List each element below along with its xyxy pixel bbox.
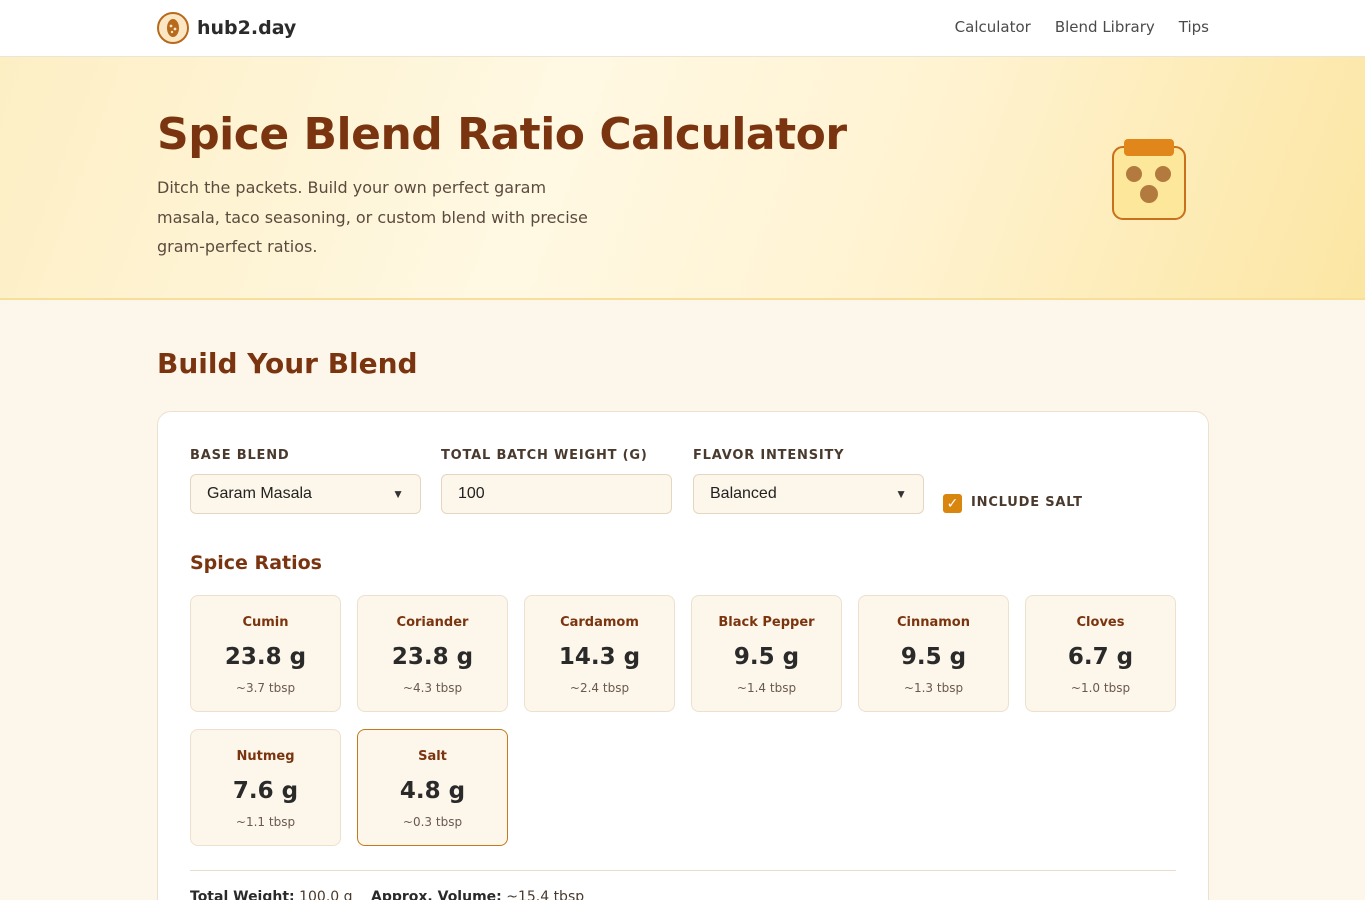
include-salt-checkbox[interactable]: ✓	[943, 494, 962, 513]
spice-grams: 9.5 g	[733, 644, 800, 670]
spice-name: Black Pepper	[718, 615, 815, 630]
spice-card-black-pepper: Black Pepper 9.5 g ~1.4 tbsp	[691, 595, 842, 712]
base-blend-label: BASE BLEND	[190, 448, 290, 463]
spice-name: Salt	[418, 749, 447, 764]
spice-card-salt: Salt 4.8 g ~0.3 tbsp	[357, 729, 508, 846]
main-nav: Calculator Blend Library Tips	[955, 18, 1209, 36]
base-blend-value: Garam Masala	[207, 485, 312, 502]
spice-tbsp: ~0.3 tbsp	[402, 815, 463, 829]
spice-grams: 23.8 g	[224, 644, 307, 670]
top-navbar: hub2.day Calculator Blend Library Tips	[0, 0, 1365, 57]
spice-card-coriander: Coriander 23.8 g ~4.3 tbsp	[357, 595, 508, 712]
approx-volume-label: Approx. Volume:	[371, 889, 502, 900]
batch-weight-input[interactable]: 100	[441, 474, 672, 514]
spice-tbsp: ~1.1 tbsp	[235, 815, 296, 829]
batch-weight-label: TOTAL BATCH WEIGHT (G)	[441, 448, 648, 463]
flavor-intensity-select[interactable]: Balanced ▼	[693, 474, 924, 514]
checkmark-icon: ✓	[946, 495, 959, 512]
spice-card-cinnamon: Cinnamon 9.5 g ~1.3 tbsp	[858, 595, 1009, 712]
spice-logo-icon	[157, 12, 189, 44]
spice-grams: 23.8 g	[391, 644, 474, 670]
total-weight-summary: Total Weight: 100.0 g	[190, 889, 353, 900]
base-blend-select[interactable]: Garam Masala ▼	[190, 474, 421, 514]
nav-blend-library[interactable]: Blend Library	[1055, 18, 1155, 36]
spice-grams: 9.5 g	[900, 644, 967, 670]
approx-volume-summary: Approx. Volume: ~15.4 tbsp	[371, 889, 584, 900]
spice-grams: 7.6 g	[232, 778, 299, 804]
spice-name: Cloves	[1076, 615, 1125, 630]
spice-tbsp: ~2.4 tbsp	[569, 681, 630, 695]
nav-tips[interactable]: Tips	[1179, 18, 1209, 36]
spice-name: Coriander	[396, 615, 469, 630]
approx-volume-value: ~15.4 tbsp	[506, 889, 585, 900]
spice-tbsp: ~1.0 tbsp	[1070, 681, 1131, 695]
chevron-down-icon: ▼	[895, 487, 907, 501]
section-title: Build Your Blend	[157, 347, 418, 380]
spice-card-cumin: Cumin 23.8 g ~3.7 tbsp	[190, 595, 341, 712]
spice-tbsp: ~1.4 tbsp	[736, 681, 797, 695]
nav-calculator[interactable]: Calculator	[955, 18, 1031, 36]
spice-jar-icon	[1112, 139, 1186, 220]
spice-name: Cardamom	[560, 615, 639, 630]
spice-tbsp: ~1.3 tbsp	[903, 681, 964, 695]
spice-ratios-title: Spice Ratios	[190, 552, 322, 574]
site-name: hub2.day	[197, 17, 297, 39]
spice-name: Cumin	[242, 615, 289, 630]
site-logo-link[interactable]: hub2.day	[157, 12, 296, 44]
spice-grams: 4.8 g	[399, 778, 466, 804]
spice-card-cardamom: Cardamom 14.3 g ~2.4 tbsp	[524, 595, 675, 712]
spice-name: Nutmeg	[236, 749, 295, 764]
spice-card-nutmeg: Nutmeg 7.6 g ~1.1 tbsp	[190, 729, 341, 846]
spice-tbsp: ~4.3 tbsp	[402, 681, 463, 695]
include-salt-label[interactable]: INCLUDE SALT	[971, 495, 1083, 510]
spice-name: Cinnamon	[896, 615, 970, 630]
flavor-intensity-label: FLAVOR INTENSITY	[693, 448, 845, 463]
flavor-intensity-value: Balanced	[710, 485, 777, 502]
spice-card-cloves: Cloves 6.7 g ~1.0 tbsp	[1025, 595, 1176, 712]
spice-grams: 6.7 g	[1067, 644, 1134, 670]
chevron-down-icon: ▼	[392, 487, 404, 501]
hero-subtitle: Ditch the packets. Build your own perfec…	[157, 178, 588, 256]
summary-divider	[190, 870, 1176, 871]
total-weight-value: 100.0 g	[299, 889, 353, 900]
hero-banner: Spice Blend Ratio Calculator Ditch the p…	[0, 57, 1365, 300]
batch-weight-value: 100	[458, 485, 485, 502]
page-title: Spice Blend Ratio Calculator	[157, 109, 847, 160]
spice-tbsp: ~3.7 tbsp	[235, 681, 296, 695]
total-weight-label: Total Weight:	[190, 889, 295, 900]
spice-grams: 14.3 g	[558, 644, 641, 670]
